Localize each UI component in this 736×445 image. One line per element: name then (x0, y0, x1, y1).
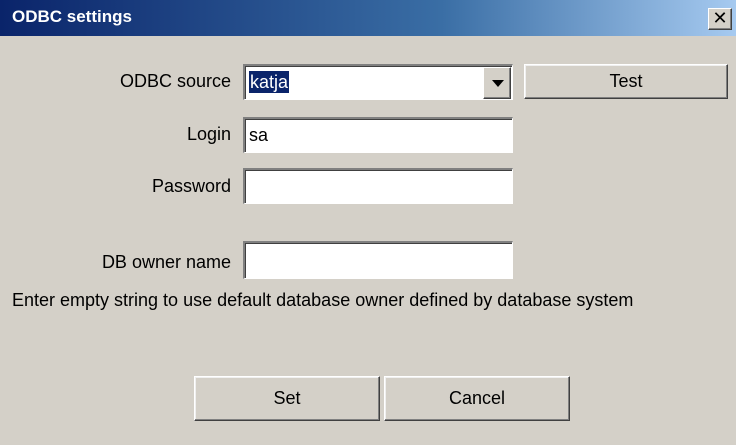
odbc-source-dropdown-button[interactable] (483, 67, 511, 99)
db-owner-field[interactable] (243, 241, 513, 279)
chevron-down-icon (492, 80, 504, 87)
login-field[interactable]: sa (243, 117, 513, 153)
title-bar[interactable]: ODBC settings ✕ (0, 0, 736, 36)
odbc-settings-dialog: ODBC settings ✕ ODBC source katja Test L… (0, 0, 736, 445)
set-button[interactable]: Set (194, 376, 380, 421)
window-title: ODBC settings (12, 7, 132, 26)
close-icon: ✕ (712, 8, 728, 29)
password-field[interactable] (243, 168, 513, 204)
odbc-source-value: katja (249, 71, 290, 93)
db-owner-hint: Enter empty string to use default databa… (12, 290, 634, 310)
password-label: Password (151, 176, 231, 196)
db-owner-label: DB owner name (101, 252, 231, 272)
odbc-source-combobox[interactable]: katja (243, 64, 513, 100)
close-button[interactable]: ✕ (708, 8, 732, 30)
cancel-button[interactable]: Cancel (384, 376, 570, 421)
login-label: Login (186, 124, 231, 144)
odbc-source-label: ODBC source (119, 71, 231, 91)
test-button[interactable]: Test (524, 64, 728, 99)
